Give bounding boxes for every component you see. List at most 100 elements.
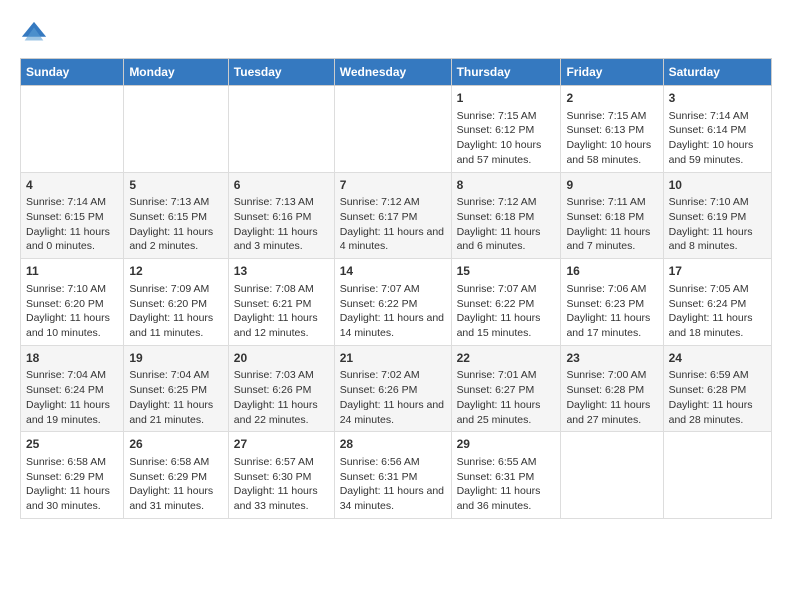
calendar-cell: 18Sunrise: 7:04 AMSunset: 6:24 PMDayligh… [21,345,124,432]
day-info: Daylight: 11 hours and 8 minutes. [669,225,766,254]
day-info: Sunset: 6:26 PM [234,383,329,398]
day-info: Sunset: 6:29 PM [26,470,118,485]
day-info: Sunset: 6:20 PM [129,297,222,312]
calendar-cell: 25Sunrise: 6:58 AMSunset: 6:29 PMDayligh… [21,432,124,519]
day-number: 11 [26,263,118,280]
day-info: Sunrise: 6:58 AM [26,455,118,470]
day-info: Sunset: 6:12 PM [457,123,556,138]
calendar-cell: 5Sunrise: 7:13 AMSunset: 6:15 PMDaylight… [124,172,228,259]
day-number: 25 [26,436,118,453]
day-info: Daylight: 11 hours and 0 minutes. [26,225,118,254]
day-info: Sunset: 6:24 PM [669,297,766,312]
day-info: Sunrise: 7:06 AM [566,282,657,297]
day-info: Daylight: 11 hours and 31 minutes. [129,484,222,513]
day-info: Sunset: 6:22 PM [457,297,556,312]
day-info: Daylight: 11 hours and 14 minutes. [340,311,446,340]
day-info: Sunset: 6:14 PM [669,123,766,138]
logo [20,20,52,48]
day-info: Sunrise: 7:10 AM [26,282,118,297]
day-number: 26 [129,436,222,453]
day-info: Daylight: 11 hours and 10 minutes. [26,311,118,340]
calendar-cell [228,86,334,173]
day-info: Sunset: 6:28 PM [669,383,766,398]
header-saturday: Saturday [663,59,771,86]
day-number: 16 [566,263,657,280]
day-info: Daylight: 11 hours and 11 minutes. [129,311,222,340]
day-info: Daylight: 11 hours and 7 minutes. [566,225,657,254]
day-number: 23 [566,350,657,367]
day-info: Sunset: 6:27 PM [457,383,556,398]
calendar-cell: 17Sunrise: 7:05 AMSunset: 6:24 PMDayligh… [663,259,771,346]
calendar-cell: 8Sunrise: 7:12 AMSunset: 6:18 PMDaylight… [451,172,561,259]
day-info: Sunset: 6:20 PM [26,297,118,312]
day-info: Daylight: 11 hours and 17 minutes. [566,311,657,340]
day-number: 20 [234,350,329,367]
day-number: 2 [566,90,657,107]
day-info: Sunrise: 7:12 AM [457,195,556,210]
calendar-cell [21,86,124,173]
calendar-cell: 6Sunrise: 7:13 AMSunset: 6:16 PMDaylight… [228,172,334,259]
day-number: 15 [457,263,556,280]
calendar-cell [561,432,663,519]
calendar-week-row: 25Sunrise: 6:58 AMSunset: 6:29 PMDayligh… [21,432,772,519]
header-sunday: Sunday [21,59,124,86]
day-info: Daylight: 11 hours and 18 minutes. [669,311,766,340]
day-info: Daylight: 10 hours and 57 minutes. [457,138,556,167]
day-info: Sunrise: 7:02 AM [340,368,446,383]
day-number: 4 [26,177,118,194]
day-info: Sunrise: 7:10 AM [669,195,766,210]
day-info: Daylight: 11 hours and 12 minutes. [234,311,329,340]
day-info: Sunrise: 7:05 AM [669,282,766,297]
day-number: 8 [457,177,556,194]
calendar-cell [124,86,228,173]
calendar-cell: 12Sunrise: 7:09 AMSunset: 6:20 PMDayligh… [124,259,228,346]
day-info: Sunset: 6:18 PM [457,210,556,225]
calendar-cell: 10Sunrise: 7:10 AMSunset: 6:19 PMDayligh… [663,172,771,259]
calendar-week-row: 4Sunrise: 7:14 AMSunset: 6:15 PMDaylight… [21,172,772,259]
day-info: Sunset: 6:18 PM [566,210,657,225]
day-info: Sunrise: 7:12 AM [340,195,446,210]
day-info: Daylight: 11 hours and 15 minutes. [457,311,556,340]
day-info: Sunset: 6:24 PM [26,383,118,398]
calendar-cell: 13Sunrise: 7:08 AMSunset: 6:21 PMDayligh… [228,259,334,346]
day-number: 22 [457,350,556,367]
day-info: Sunrise: 7:04 AM [129,368,222,383]
day-info: Sunset: 6:19 PM [669,210,766,225]
day-info: Sunset: 6:29 PM [129,470,222,485]
day-number: 13 [234,263,329,280]
calendar-cell: 23Sunrise: 7:00 AMSunset: 6:28 PMDayligh… [561,345,663,432]
day-info: Sunset: 6:23 PM [566,297,657,312]
day-info: Daylight: 11 hours and 34 minutes. [340,484,446,513]
calendar-cell: 28Sunrise: 6:56 AMSunset: 6:31 PMDayligh… [334,432,451,519]
day-number: 18 [26,350,118,367]
header-monday: Monday [124,59,228,86]
day-info: Sunrise: 7:03 AM [234,368,329,383]
calendar-cell: 3 Sunrise: 7:14 AMSunset: 6:14 PMDaylight… [663,86,771,173]
day-info: Daylight: 11 hours and 2 minutes. [129,225,222,254]
day-info: Daylight: 11 hours and 27 minutes. [566,398,657,427]
day-info: Sunset: 6:21 PM [234,297,329,312]
calendar-cell: 1Sunrise: 7:15 AMSunset: 6:12 PMDaylight… [451,86,561,173]
day-info: Sunset: 6:28 PM [566,383,657,398]
day-number: 10 [669,177,766,194]
day-info: Sunset: 6:30 PM [234,470,329,485]
day-number: 12 [129,263,222,280]
day-info: Sunrise: 7:14 AM [669,109,766,124]
page-header [20,20,772,48]
day-number: 9 [566,177,657,194]
day-info: Daylight: 10 hours and 59 minutes. [669,138,766,167]
day-info: Daylight: 11 hours and 28 minutes. [669,398,766,427]
day-info: Sunset: 6:22 PM [340,297,446,312]
day-info: Sunset: 6:25 PM [129,383,222,398]
calendar-cell: 15Sunrise: 7:07 AMSunset: 6:22 PMDayligh… [451,259,561,346]
header-wednesday: Wednesday [334,59,451,86]
calendar-cell: 7Sunrise: 7:12 AMSunset: 6:17 PMDaylight… [334,172,451,259]
day-info: Sunrise: 7:13 AM [234,195,329,210]
day-info: Sunrise: 6:55 AM [457,455,556,470]
day-info: Daylight: 11 hours and 6 minutes. [457,225,556,254]
day-info: Sunrise: 6:56 AM [340,455,446,470]
day-number: 3 [669,90,766,107]
day-info: Daylight: 11 hours and 24 minutes. [340,398,446,427]
day-info: Daylight: 11 hours and 25 minutes. [457,398,556,427]
day-info: Sunset: 6:15 PM [129,210,222,225]
